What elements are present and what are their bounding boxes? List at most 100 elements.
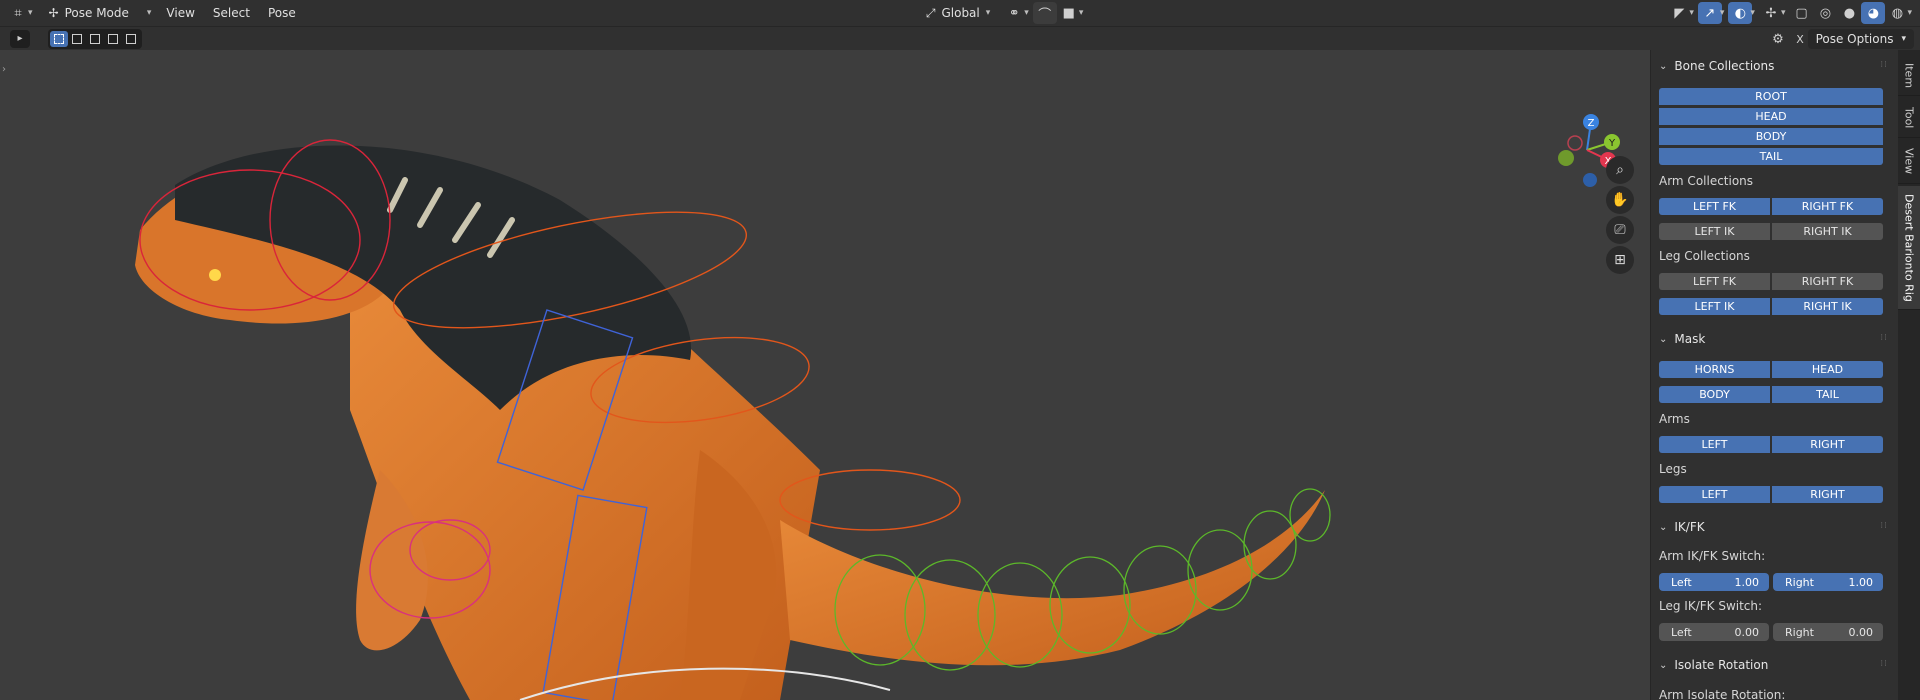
mask-legs-left-button[interactable]: LEFT (1659, 486, 1770, 503)
drag-handle-icon[interactable]: ⁞⁞ (1880, 521, 1888, 531)
tab-tool-label: Tool (1902, 106, 1916, 129)
chevron-down-icon: ▾ (1780, 8, 1786, 18)
pan-hand-icon[interactable]: ✋ (1606, 186, 1634, 214)
editor-type-icon[interactable]: ⌗ (6, 2, 30, 24)
mask-arms-right-button[interactable]: RIGHT (1772, 436, 1883, 453)
bone-collection-root-button[interactable]: ROOT (1659, 88, 1883, 105)
pose-mode-icon: ✢ (48, 6, 59, 20)
mask-legs-right-button[interactable]: RIGHT (1772, 486, 1883, 503)
selection-mode-group (48, 28, 142, 49)
chevron-down-icon: ⌄ (1659, 659, 1668, 671)
tab-item-label: Item (1902, 62, 1916, 89)
leg-right-fk-button[interactable]: RIGHT FK (1772, 273, 1883, 290)
leg-right-ik-button[interactable]: RIGHT IK (1772, 298, 1883, 315)
menu-pose[interactable]: Pose (259, 2, 305, 24)
chevron-down-icon: ▾ (1719, 8, 1725, 18)
tab-desert-barionto-rig[interactable]: Desert Barionto Rig (1898, 186, 1920, 310)
mask-arms-label: Arms (1659, 412, 1690, 426)
material-shading-icon[interactable]: ◕ (1861, 2, 1886, 24)
drag-handle-icon[interactable]: ⁞⁞ (1880, 333, 1888, 343)
arm-right-fk-button[interactable]: RIGHT FK (1772, 198, 1883, 215)
3d-viewport[interactable]: › Z Y ⌕ ✋ ⎚ ⊞ (0, 50, 1650, 700)
chevron-down-icon: ▾ (146, 8, 152, 18)
leg-ikfk-left-slider[interactable]: Left 0.00 (1659, 623, 1769, 641)
pose-options-extra-icon[interactable]: ⚙ (1766, 28, 1790, 50)
wireframe-shading-icon[interactable]: ◎ (1813, 2, 1837, 24)
mask-arms-left-button[interactable]: LEFT (1659, 436, 1770, 453)
slider-value: 1.00 (1848, 575, 1874, 589)
transform-orientation-dropdown[interactable]: ⤢ Global ▾ (920, 2, 996, 24)
leg-left-ik-button[interactable]: LEFT IK (1659, 298, 1770, 315)
mask-legs-label: Legs (1659, 462, 1687, 476)
select-intersect-icon[interactable] (122, 31, 140, 47)
mode-label: Pose Mode (64, 6, 129, 20)
arm-ikfk-right-slider[interactable]: Right 1.00 (1773, 573, 1883, 591)
creature-model (135, 139, 1331, 700)
leg-left-fk-button[interactable]: LEFT FK (1659, 273, 1770, 290)
bone-collection-body-button[interactable]: BODY (1659, 128, 1883, 145)
slider-label: Left (1671, 625, 1692, 639)
sidebar-tabs: Item Tool View Desert Barionto Rig (1898, 50, 1920, 700)
drag-handle-icon[interactable]: ⁞⁞ (1880, 60, 1888, 70)
xray-icon[interactable]: ▢ (1789, 2, 1813, 24)
show-overlays-icon[interactable]: ◐ (1728, 2, 1753, 24)
leg-ikfk-right-slider[interactable]: Right 0.00 (1773, 623, 1883, 641)
rendered-shading-icon[interactable]: ◍ (1885, 2, 1909, 24)
gizmo-z-label: Z (1588, 118, 1595, 129)
mask-title: Mask (1674, 332, 1706, 346)
pose-options-label: Pose Options (1815, 32, 1894, 46)
snap-icon[interactable]: ⌒ (1032, 2, 1057, 24)
chevron-down-icon: ▾ (1689, 8, 1694, 18)
mode-dropdown[interactable]: ✢ Pose Mode ▾ (43, 2, 158, 24)
bone-overlay-icon[interactable]: ✢ (1759, 2, 1783, 24)
arm-left-fk-button[interactable]: LEFT FK (1659, 198, 1770, 215)
ikfk-header[interactable]: ⌄ IK/FK (1659, 517, 1705, 537)
menu-view[interactable]: View (157, 2, 203, 24)
arm-right-ik-button[interactable]: RIGHT IK (1772, 223, 1883, 240)
tab-tool[interactable]: Tool (1898, 98, 1920, 138)
chevron-down-icon: ▾ (1901, 34, 1906, 44)
bone-collection-tail-button[interactable]: TAIL (1659, 148, 1883, 165)
chevron-down-icon: ⌄ (1659, 333, 1668, 345)
snap-target-icon[interactable]: ■ (1057, 2, 1081, 24)
mask-head-button[interactable]: HEAD (1772, 361, 1883, 378)
slider-value: 0.00 (1734, 625, 1760, 639)
show-gizmo-icon[interactable]: ↗ (1697, 2, 1722, 24)
bone-collection-head-button[interactable]: HEAD (1659, 108, 1883, 125)
menu-select[interactable]: Select (204, 2, 259, 24)
tab-desert-barionto-rig-label: Desert Barionto Rig (1902, 193, 1916, 302)
zoom-icon[interactable]: ⌕ (1606, 156, 1634, 184)
slider-label: Right (1785, 575, 1814, 589)
mask-body-button[interactable]: BODY (1659, 386, 1770, 403)
leg-ikfk-switch-label: Leg IK/FK Switch: (1659, 599, 1763, 613)
pivot-point-icon[interactable]: ⚭ (1002, 2, 1026, 24)
pose-options-dropdown[interactable]: Pose Options ▾ (1807, 29, 1914, 49)
isolate-rotation-header[interactable]: ⌄ Isolate Rotation (1659, 655, 1768, 675)
slider-value: 1.00 (1734, 575, 1760, 589)
select-extend-icon[interactable] (68, 31, 86, 47)
visibility-icon[interactable]: ◤ (1667, 2, 1691, 24)
arm-collections-label: Arm Collections (1659, 174, 1754, 188)
bone-collections-header[interactable]: ⌄ Bone Collections (1659, 56, 1774, 76)
mask-horns-button[interactable]: HORNS (1659, 361, 1770, 378)
arm-isolate-rotation-label: Arm Isolate Rotation: (1659, 688, 1786, 700)
arm-left-ik-button[interactable]: LEFT IK (1659, 223, 1770, 240)
cursor-tool-icon[interactable]: ▸ (10, 29, 30, 48)
tab-view[interactable]: View (1898, 140, 1920, 184)
drag-handle-icon[interactable]: ⁞⁞ (1880, 659, 1888, 669)
select-new-icon[interactable] (50, 30, 68, 47)
solid-shading-icon[interactable]: ● (1837, 2, 1861, 24)
tab-item[interactable]: Item (1898, 56, 1920, 96)
select-subtract-icon[interactable] (86, 31, 104, 47)
mask-header[interactable]: ⌄ Mask (1659, 329, 1705, 349)
grid-perspective-icon[interactable]: ⊞ (1606, 246, 1634, 274)
ikfk-title: IK/FK (1674, 520, 1705, 534)
orientation-icon: ⤢ (925, 5, 936, 20)
chevron-down-icon: ▾ (1907, 8, 1912, 18)
arm-ikfk-left-slider[interactable]: Left 1.00 (1659, 573, 1769, 591)
chevron-down-icon: ▾ (985, 8, 991, 18)
select-invert-icon[interactable] (104, 31, 122, 47)
camera-icon[interactable]: ⎚ (1606, 216, 1634, 244)
gizmo-y-label: Y (1608, 138, 1616, 149)
mask-tail-button[interactable]: TAIL (1772, 386, 1883, 403)
